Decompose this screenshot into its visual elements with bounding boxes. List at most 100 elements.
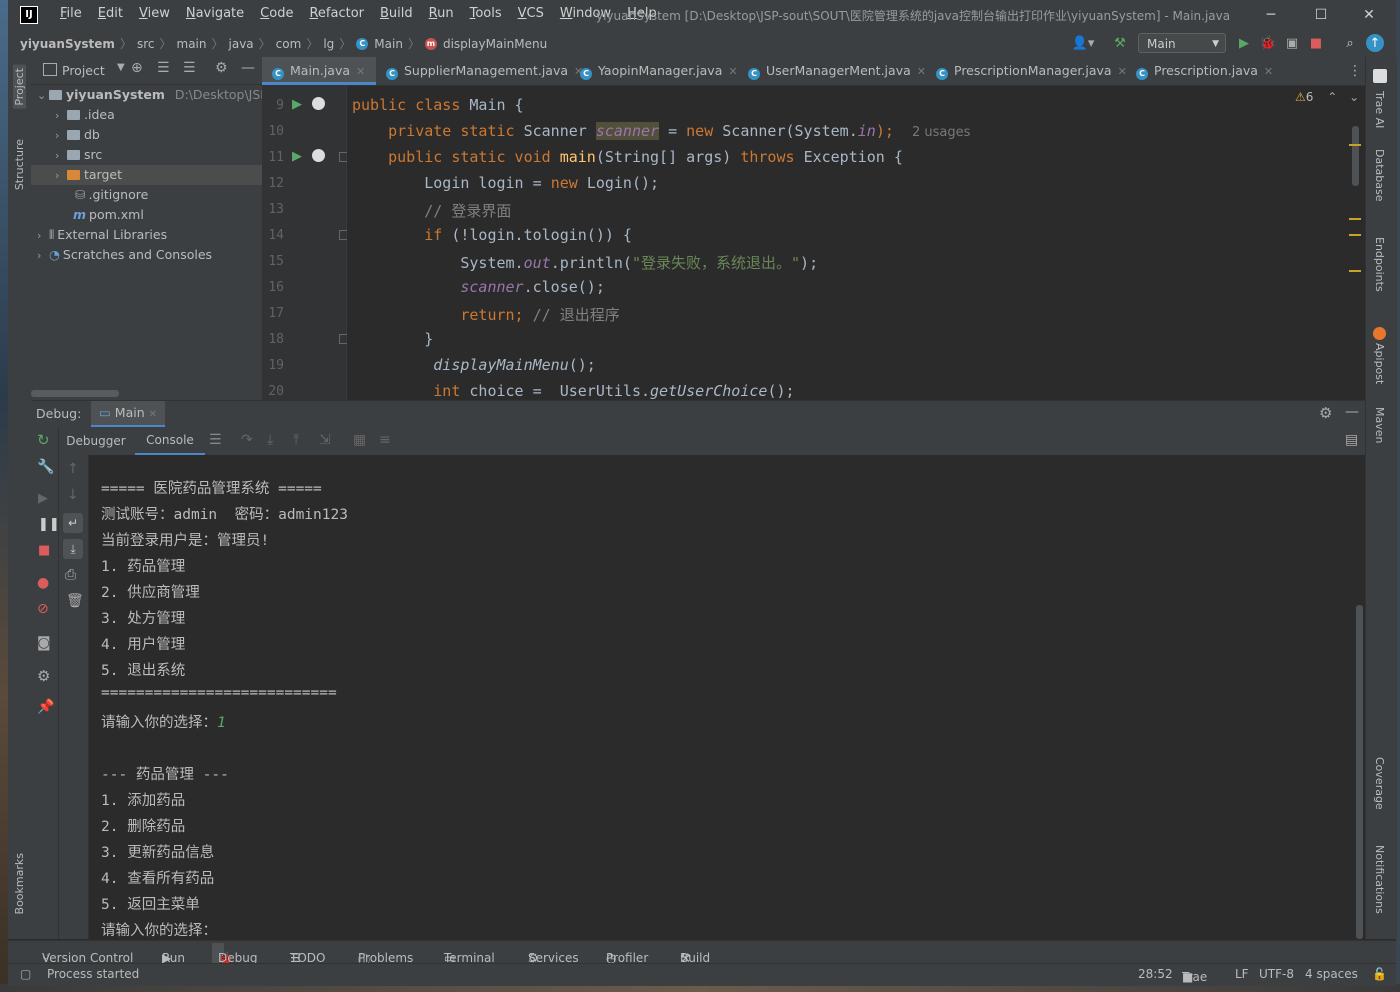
debug-tool[interactable]: 🐞 Debug [212, 943, 257, 965]
tree-item-scratches[interactable]: › ◔ Scratches and Consoles [31, 245, 268, 265]
tab-supplier-management[interactable]: C SupplierManagement.java ✕ [376, 57, 583, 85]
run-config-select[interactable]: Main ▼ [1138, 33, 1226, 53]
stop-icon[interactable]: ■ [38, 543, 50, 558]
breakpoint-icon[interactable] [312, 97, 325, 110]
breadcrumb-class[interactable]: Main [374, 37, 403, 51]
tab-prescription-manager[interactable]: C PrescriptionManager.java ✕ [926, 57, 1127, 85]
usages-hint[interactable]: 2 usages [912, 125, 970, 140]
chevron-down-icon[interactable]: ▼ [117, 62, 125, 73]
caret-position[interactable]: 28:52 [1138, 967, 1173, 981]
trae-ai-tool-tab[interactable]: Trae AI [1373, 91, 1386, 128]
line-separator[interactable]: LF [1235, 967, 1249, 981]
indent-setting[interactable]: 4 spaces [1305, 967, 1358, 981]
step-into-icon[interactable]: ⤓ [267, 432, 273, 448]
debug-bug-icon[interactable]: 🐞 [1258, 34, 1278, 53]
more-tabs-icon[interactable]: ⋮ [1348, 63, 1362, 79]
menu-vcs[interactable]: VCS [510, 6, 552, 21]
breadcrumb-main[interactable]: main [177, 37, 207, 51]
build-hammer-icon[interactable]: ⚒ [1110, 34, 1130, 53]
breadcrumb-src[interactable]: src [137, 37, 155, 51]
chevron-up-icon[interactable]: ⌃ [1327, 90, 1337, 104]
close-icon[interactable]: ✕ [356, 65, 365, 78]
wrench-icon[interactable]: 🔧 [37, 459, 54, 475]
maven-tool-tab[interactable]: Maven [1373, 407, 1386, 443]
file-encoding[interactable]: UTF-8 [1259, 967, 1294, 981]
rerun-icon[interactable]: ↻ [37, 431, 50, 449]
debug-session-tab[interactable]: ▭ Main ✕ [91, 401, 166, 427]
console-scrollbar[interactable] [1356, 605, 1363, 939]
close-icon[interactable]: ✕ [917, 65, 926, 78]
search-icon[interactable]: ⌕ [1340, 34, 1360, 53]
step-over-icon[interactable]: ↷ [241, 432, 253, 448]
warnings-indicator[interactable]: ⚠6 ⌃ ⌄ [1295, 90, 1359, 104]
update-icon[interactable]: ↑ [1366, 34, 1384, 52]
user-icon[interactable]: 👤▾ [1068, 34, 1098, 53]
lock-icon[interactable]: 🔓 [1372, 967, 1387, 981]
run-to-cursor-icon[interactable]: ⇲ [319, 432, 331, 448]
bookmarks-tool-tab[interactable]: Bookmarks [13, 853, 26, 914]
menu-build[interactable]: Build [372, 6, 421, 21]
tab-main-java[interactable]: C Main.java ✕ [262, 57, 376, 85]
maximize-button[interactable]: ☐ [1298, 4, 1344, 26]
hide-icon[interactable]: — [1345, 404, 1359, 420]
gear-icon[interactable]: ⚙ [215, 60, 228, 76]
menu-refactor[interactable]: Refactor [301, 6, 372, 21]
menu-code[interactable]: Code [252, 6, 301, 21]
close-icon[interactable]: ✕ [149, 409, 157, 420]
soft-wrap-icon[interactable]: ↵ [63, 513, 83, 533]
coverage-run-icon[interactable]: ▣ [1282, 34, 1302, 53]
console-output[interactable]: ===== 医院药品管理系统 ===== 测试账号：admin 密码：admin… [89, 455, 1354, 939]
layout-toggle-icon[interactable]: ▢ [20, 967, 31, 981]
horizontal-scrollbar[interactable] [31, 390, 119, 397]
project-panel-title[interactable]: Project [62, 63, 105, 78]
arrow-down-icon[interactable]: ↓ [67, 487, 79, 503]
breadcrumb-lg[interactable]: lg [323, 37, 334, 51]
tree-item-db[interactable]: › db [31, 125, 286, 145]
run-gutter-icon[interactable]: ▶ [292, 149, 302, 164]
structure-tool-tab[interactable]: Structure [13, 139, 26, 190]
breadcrumb-project[interactable]: yiyuanSystem [20, 37, 115, 51]
menu-file[interactable]: File [52, 6, 90, 21]
menu-icon[interactable]: ☰ [209, 432, 222, 448]
tab-user-manager-ment[interactable]: C UserManagerMent.java ✕ [738, 57, 926, 85]
hide-icon[interactable]: — [241, 60, 255, 76]
breadcrumb-method[interactable]: displayMainMenu [443, 37, 547, 51]
tab-debugger[interactable]: Debugger [59, 427, 133, 455]
tree-item-idea[interactable]: › .idea [31, 105, 286, 125]
locate-icon[interactable]: ⊕ [131, 60, 143, 76]
resume-icon[interactable]: ▶ [38, 491, 48, 506]
menu-view[interactable]: View [131, 6, 178, 21]
run-icon[interactable]: ▶ [1234, 34, 1254, 53]
breadcrumb-java[interactable]: java [229, 37, 254, 51]
tab-console[interactable]: Console [135, 427, 205, 455]
breakpoint-icon[interactable] [312, 149, 325, 162]
close-icon[interactable]: ✕ [1264, 65, 1273, 78]
editor-scrollbar[interactable] [1352, 126, 1359, 186]
menu-run[interactable]: Run [421, 6, 462, 21]
menu-tools[interactable]: Tools [462, 6, 510, 21]
database-tool-tab[interactable]: Database [1373, 149, 1386, 202]
arrow-up-icon[interactable]: ↑ [67, 461, 79, 477]
tree-item-external-libraries[interactable]: › ⫴ External Libraries [31, 225, 268, 245]
view-breakpoints-icon[interactable]: ● [37, 575, 49, 591]
scroll-to-end-icon[interactable]: ⤓ [63, 539, 83, 559]
menu-edit[interactable]: Edit [90, 6, 131, 21]
print-icon[interactable]: ⎙ [65, 567, 76, 583]
tree-item-target[interactable]: › target [31, 165, 286, 185]
pause-icon[interactable]: ❚❚ [38, 517, 60, 532]
code-editor[interactable]: public class Main { private static Scann… [347, 86, 1365, 400]
evaluate-icon[interactable]: ▦ [353, 432, 366, 448]
trace-icon[interactable]: ≡ [379, 432, 391, 448]
close-icon[interactable]: ✕ [728, 65, 737, 78]
project-tool-tab[interactable]: Project [13, 65, 26, 109]
endpoints-tool-tab[interactable]: Endpoints [1373, 237, 1386, 292]
tree-item-root[interactable]: ⌄ yiyuanSystem D:\Desktop\JSP-s [31, 85, 279, 105]
collapse-all-icon[interactable]: ☰ [183, 60, 196, 76]
apipost-tool-tab[interactable]: Apipost [1373, 343, 1386, 384]
menu-navigate[interactable]: Navigate [178, 6, 252, 21]
expand-all-icon[interactable]: ☰ [157, 60, 170, 76]
run-gutter-icon[interactable]: ▶ [292, 97, 302, 112]
mute-breakpoints-icon[interactable]: ⊘ [37, 601, 49, 617]
camera-icon[interactable]: ◙ [37, 635, 51, 651]
stop-icon[interactable]: ■ [1306, 34, 1326, 53]
